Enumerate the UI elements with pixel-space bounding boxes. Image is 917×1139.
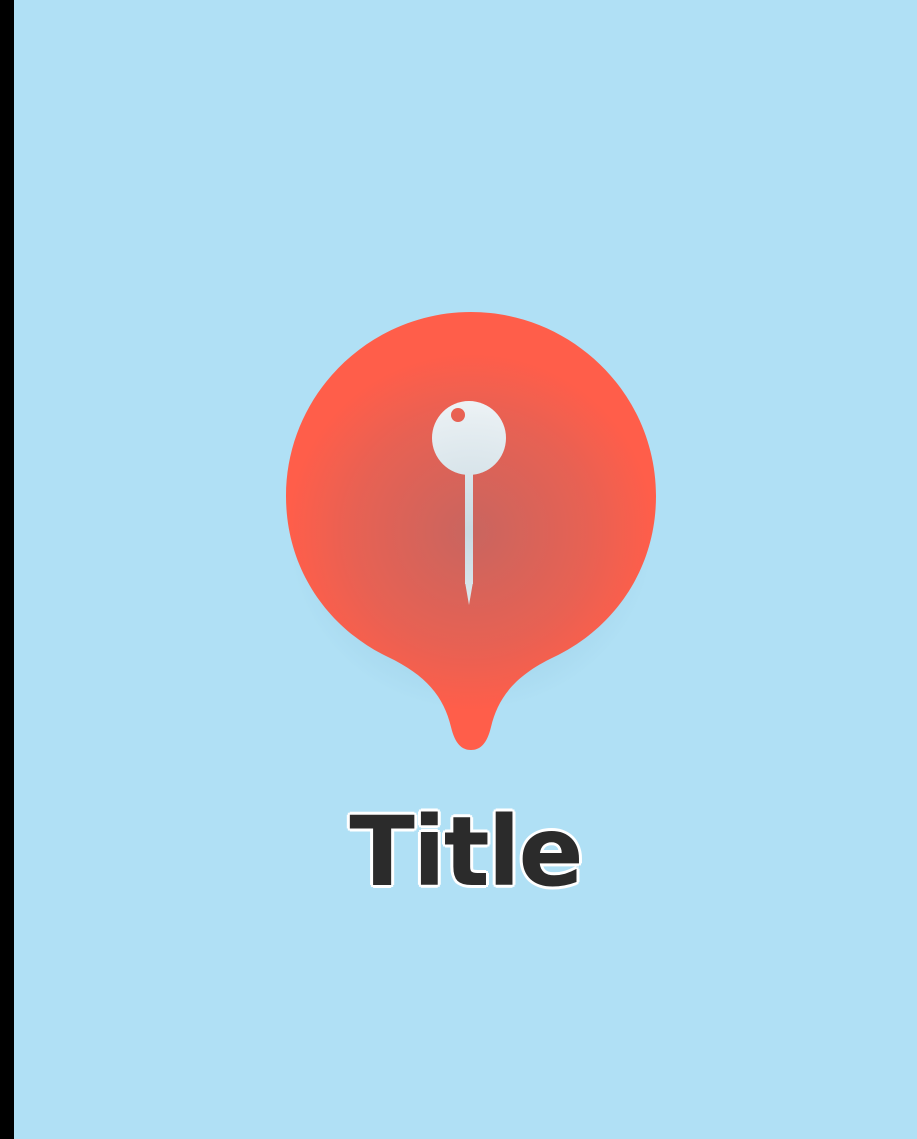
map-marker[interactable] <box>286 312 656 752</box>
map-canvas[interactable]: Title <box>14 0 917 1139</box>
marker-shadow <box>286 352 656 712</box>
marker-title-label: Title <box>349 796 583 908</box>
